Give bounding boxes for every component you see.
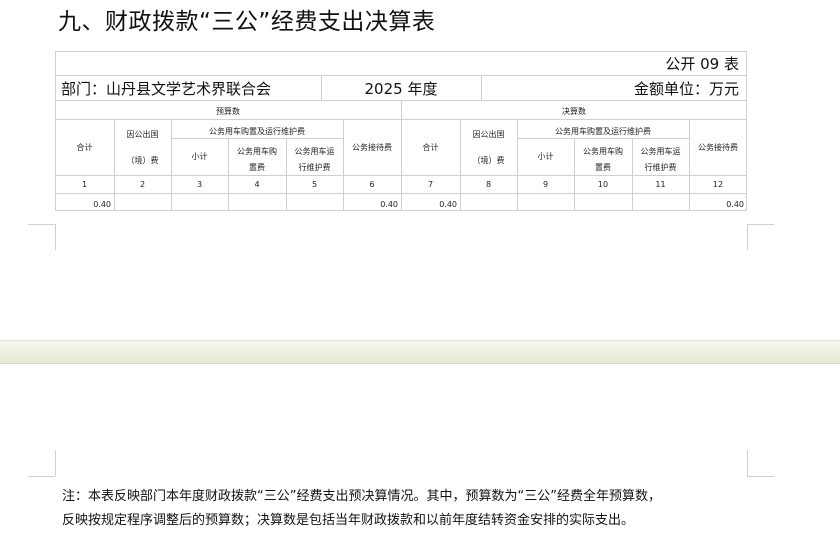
value-cell-6: 0.40: [380, 200, 398, 209]
table-note: 注：本表反映部门本年度财政拨款“三公”经费支出预决算情况。其中，预算数为“三公”…: [62, 485, 762, 533]
value-cell-12: 0.40: [726, 200, 744, 209]
actual-vehicle-group-header: 公务用车购置及运行维护费: [555, 127, 651, 136]
actual-reception-header: 公务接待费: [698, 143, 738, 152]
crop-mark: [55, 224, 56, 250]
column-number-10: 10: [597, 180, 609, 189]
budget-group-header: 预算数: [216, 107, 240, 116]
column-number-11: 11: [655, 180, 666, 189]
budget-abroad-header-2: （境）费: [126, 156, 159, 165]
crop-mark: [55, 450, 56, 476]
page-gap: [0, 340, 840, 364]
budget-abroad-header-1: 因公出国: [126, 130, 159, 139]
column-number-5: 5: [311, 180, 318, 189]
actual-vehicle-operation-header: 公务用车运行维护费: [640, 147, 681, 172]
column-number-12: 12: [712, 180, 724, 189]
actual-total-header: 合计: [422, 143, 439, 152]
crop-mark: [28, 476, 55, 477]
crop-mark: [28, 224, 55, 225]
budget-vehicle-operation-header: 公务用车运行维护费: [294, 147, 335, 172]
column-number-1: 1: [81, 180, 88, 189]
note-line-2: 反映按规定程序调整后的预算数；决算数是包括当年财政拨款和以前年度结转资金安排的实…: [62, 513, 635, 528]
budget-vehicle-purchase-header: 公务用车购置费: [237, 147, 277, 172]
actual-abroad-header-1: 因公出国: [472, 130, 505, 139]
column-number-2: 2: [139, 180, 146, 189]
crop-mark: [747, 476, 774, 477]
crop-mark: [747, 224, 748, 250]
budget-total-header: 合计: [76, 143, 93, 152]
fiscal-year: 2025 年度: [364, 80, 438, 98]
crop-mark: [747, 224, 774, 225]
note-line-1: 注：本表反映部门本年度财政拨款“三公”经费支出预决算情况。其中，预算数为“三公”…: [62, 489, 661, 504]
amount-unit: 金额单位：万元: [633, 80, 739, 98]
column-number-3: 3: [196, 180, 203, 189]
column-number-7: 7: [427, 180, 434, 189]
crop-mark: [747, 450, 748, 476]
value-cell-7: 0.40: [439, 200, 457, 209]
budget-reception-header: 公务接待费: [352, 143, 392, 152]
column-number-8: 8: [485, 180, 492, 189]
actual-group-header: 决算数: [562, 107, 586, 116]
actual-abroad-header-2: （境）费: [472, 156, 505, 165]
column-number-4: 4: [254, 180, 260, 189]
value-cell-1: 0.40: [93, 200, 111, 209]
actual-subtotal-header: 小计: [537, 152, 554, 161]
column-number-6: 6: [369, 180, 375, 189]
table-number: 公开 09 表: [665, 55, 739, 73]
actual-vehicle-purchase-header: 公务用车购置费: [583, 147, 623, 172]
department-label: 部门：山丹县文学艺术界联合会: [61, 80, 272, 98]
page-title: 九、财政拨款“三公”经费支出决算表: [58, 9, 436, 35]
expense-table: 公开 09 表 部门：山丹县文学艺术界联合会 2025 年度 金额单位：万元 预…: [55, 51, 747, 211]
budget-vehicle-group-header: 公务用车购置及运行维护费: [209, 127, 305, 136]
column-number-9: 9: [542, 180, 549, 189]
budget-subtotal-header: 小计: [191, 152, 208, 161]
